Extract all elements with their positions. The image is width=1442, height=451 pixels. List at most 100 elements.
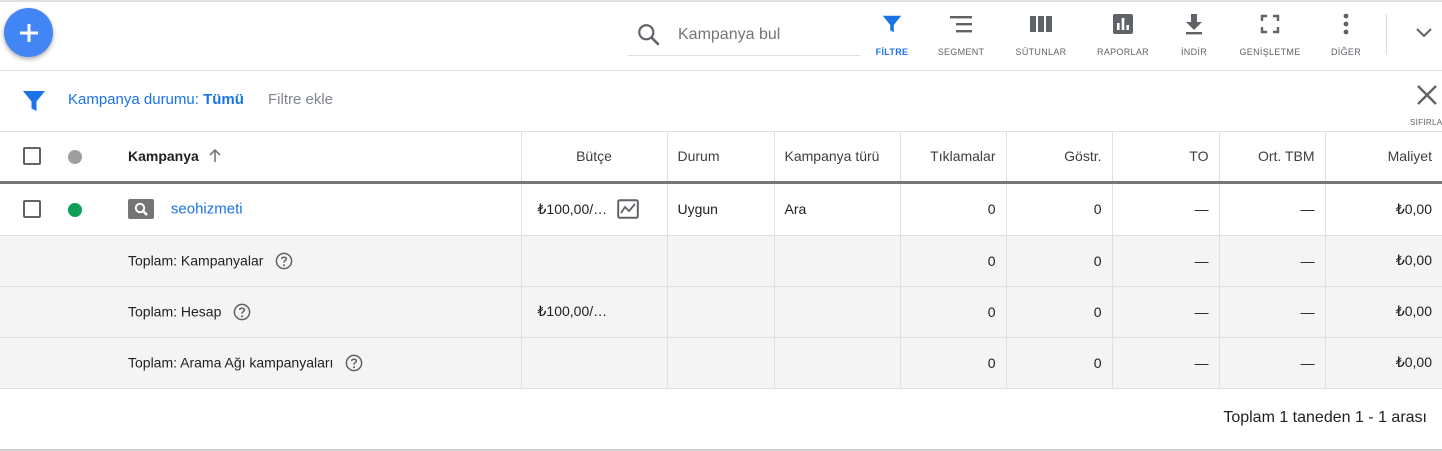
total-ctr: —	[1111, 286, 1219, 338]
budget-value: ₺100,00/…	[537, 200, 608, 217]
search-icon	[636, 22, 662, 53]
total-impressions: 0	[1005, 286, 1112, 338]
plus-icon	[19, 23, 38, 42]
total-label-cell: Toplam: Arama Ağı kampanyaları	[112, 337, 521, 389]
row-status-cell	[56, 182, 112, 236]
row-avg-cpc: —	[1218, 182, 1325, 236]
toolbar-segment-button[interactable]: SEGMENT	[930, 12, 992, 60]
filter-chip-value: Tümü	[203, 91, 244, 108]
toolbar-reports-label: RAPORLAR	[1097, 47, 1149, 57]
toolbar-reports-button[interactable]: RAPORLAR	[1092, 12, 1154, 60]
row-clicks: 0	[899, 182, 1006, 236]
total-cost: ₺0,00	[1324, 235, 1442, 287]
help-icon[interactable]	[345, 354, 363, 372]
toolbar-columns-button[interactable]: SÜTUNLAR	[1012, 12, 1070, 60]
total-budget: ₺100,00/…	[520, 286, 667, 338]
status-enabled-dot[interactable]	[68, 203, 82, 218]
total-impressions: 0	[1005, 235, 1112, 287]
total-ctr: —	[1111, 235, 1219, 287]
reset-filters-button[interactable]: SIFIRLA	[1410, 84, 1442, 130]
select-all-checkbox[interactable]	[23, 146, 41, 165]
total-row-account: Toplam: Hesap ₺100,00/… 0 0 — — ₺0,00	[0, 286, 1442, 338]
collapse-toolbar-button[interactable]	[1414, 22, 1434, 47]
table-row: seohizmeti ₺100,00/… Uygun Ara 0 0 — — ₺…	[0, 182, 1442, 236]
row-impressions: 0	[1005, 182, 1112, 236]
row-select-cell	[0, 182, 56, 236]
header-clicks[interactable]: Tıklamalar	[899, 131, 1006, 184]
close-icon	[1416, 84, 1438, 111]
toolbar-more-label: DİĞER	[1330, 47, 1361, 57]
filter-bar-icon	[22, 89, 46, 118]
header-ctr[interactable]: TO	[1111, 131, 1219, 184]
total-ctr: —	[1111, 337, 1219, 389]
total-avg-cpc: —	[1218, 286, 1325, 338]
toolbar-download-button[interactable]: İNDİR	[1176, 12, 1212, 60]
top-border	[0, 0, 1442, 2]
header-budget[interactable]: Bütçe	[520, 131, 667, 184]
total-clicks: 0	[899, 286, 1006, 338]
search-input[interactable]	[678, 23, 854, 47]
toolbar-columns-label: SÜTUNLAR	[1015, 47, 1067, 57]
row-checkbox[interactable]	[23, 200, 41, 219]
toolbar-segment-label: SEGMENT	[937, 47, 985, 57]
toolbar-more-button[interactable]: DİĞER	[1328, 12, 1364, 60]
total-budget	[520, 337, 667, 389]
select-all-cell	[0, 131, 56, 184]
row-campaign-type: Ara	[773, 182, 900, 236]
campaigns-table: Kampanya Bütçe Durum Kampanya türü Tıkla…	[0, 131, 1442, 389]
row-budget-cell: ₺100,00/…	[520, 182, 667, 236]
download-icon	[1184, 12, 1204, 36]
toolbar-expand-label: GENİŞLETME	[1239, 47, 1301, 57]
total-label-cell: Toplam: Hesap	[112, 286, 521, 338]
search-campaign-icon	[128, 199, 154, 219]
chevron-down-icon	[1416, 28, 1432, 38]
toolbar-divider	[1386, 14, 1387, 54]
header-cost[interactable]: Maliyet	[1324, 131, 1442, 184]
total-impressions: 0	[1005, 337, 1112, 389]
sort-ascending-icon	[209, 148, 221, 162]
columns-icon	[1029, 12, 1053, 36]
toolbar-download-label: İNDİR	[1181, 47, 1207, 57]
total-cost: ₺0,00	[1324, 286, 1442, 338]
segment-icon	[949, 12, 973, 36]
reports-icon	[1112, 12, 1134, 36]
campaign-name-link[interactable]: seohizmeti	[171, 201, 243, 218]
row-campaign-cell: seohizmeti	[112, 182, 521, 236]
total-label: Toplam: Arama Ağı kampanyaları	[128, 354, 334, 371]
total-budget	[520, 235, 667, 287]
header-impressions[interactable]: Göstr.	[1005, 131, 1112, 184]
header-status[interactable]: Durum	[666, 131, 774, 184]
filter-icon	[881, 12, 903, 36]
toolbar-filter-button[interactable]: FİLTRE	[872, 12, 912, 60]
header-campaign[interactable]: Kampanya	[112, 131, 521, 184]
expand-icon	[1260, 12, 1280, 36]
header-avg-cpc[interactable]: Ort. TBM	[1218, 131, 1325, 184]
campaign-search[interactable]	[628, 14, 860, 56]
toolbar-filter-label: FİLTRE	[875, 47, 909, 57]
toolbar-expand-button[interactable]: GENİŞLETME	[1234, 12, 1306, 60]
budget-chart-icon[interactable]	[617, 199, 639, 219]
table-header-row: Kampanya Bütçe Durum Kampanya türü Tıkla…	[0, 131, 1442, 184]
campaign-status-filter-chip[interactable]: Kampanya durumu: Tümü	[68, 91, 244, 108]
toolbar-separator	[0, 70, 1442, 71]
total-clicks: 0	[899, 337, 1006, 389]
help-icon[interactable]	[233, 303, 251, 321]
total-row-campaigns: Toplam: Kampanyalar 0 0 — — ₺0,00	[0, 235, 1442, 287]
row-cost: ₺0,00	[1324, 182, 1442, 236]
total-cost: ₺0,00	[1324, 337, 1442, 389]
total-avg-cpc: —	[1218, 337, 1325, 389]
help-icon[interactable]	[275, 252, 293, 270]
create-campaign-button[interactable]	[4, 8, 53, 57]
header-campaign-type[interactable]: Kampanya türü	[773, 131, 900, 184]
total-label-cell: Toplam: Kampanyalar	[112, 235, 521, 287]
row-status-text: Uygun	[666, 182, 774, 236]
pagination-summary: Toplam 1 taneden 1 - 1 arası	[1223, 409, 1427, 426]
add-filter-button[interactable]: Filtre ekle	[268, 91, 333, 108]
reset-filters-label: SIFIRLA	[1410, 118, 1442, 127]
total-clicks: 0	[899, 235, 1006, 287]
total-avg-cpc: —	[1218, 235, 1325, 287]
filter-chip-prefix: Kampanya durumu:	[68, 91, 199, 108]
header-campaign-label: Kampanya	[128, 147, 199, 164]
status-header-dot	[68, 149, 82, 164]
total-row-search-network: Toplam: Arama Ağı kampanyaları 0 0 — — ₺…	[0, 337, 1442, 389]
